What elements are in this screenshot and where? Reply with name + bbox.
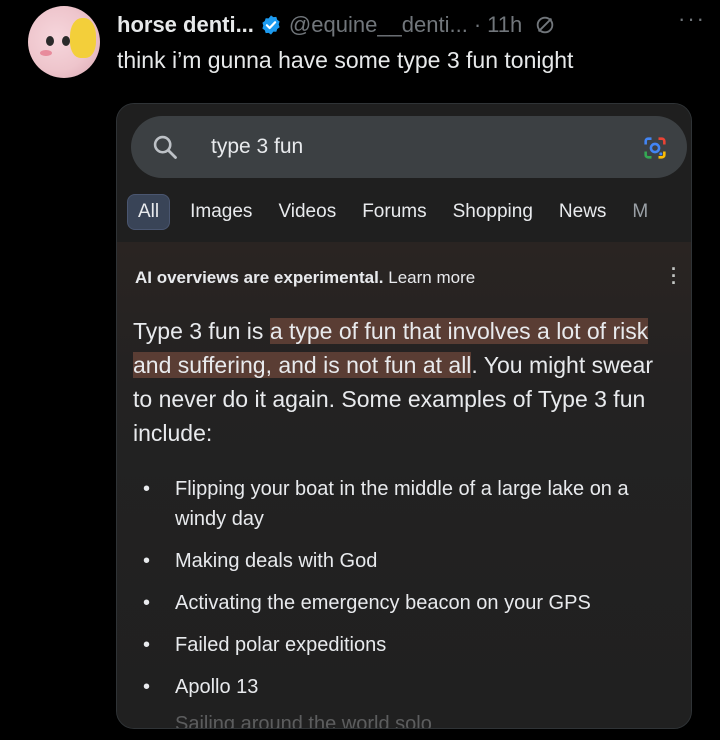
tab-more[interactable]: M [626, 201, 654, 223]
handle[interactable]: @equine__denti... [289, 12, 468, 38]
tab-news[interactable]: News [553, 201, 613, 223]
ai-overview-notice: AI overviews are experimental. Learn mor… [135, 268, 475, 288]
search-query[interactable]: type 3 fun [211, 135, 303, 159]
summary-intro: Type 3 fun is [133, 318, 270, 344]
list-item: Activating the emergency beacon on your … [135, 588, 675, 618]
ai-notice-text: AI overviews are experimental. [135, 268, 384, 287]
separator-dot: · [473, 12, 482, 37]
list-item: Flipping your boat in the middle of a la… [135, 474, 675, 534]
list-item: Apollo 13 [135, 672, 675, 702]
tweet-text: think i’m gunna have some type 3 fun ton… [117, 47, 574, 73]
more-options-button[interactable]: ··· [678, 6, 706, 32]
avatar[interactable] [28, 6, 100, 78]
search-tabs: All Images Videos Forums Shopping News M [127, 194, 668, 230]
attached-screenshot[interactable]: type 3 fun All Images Videos Forums Shop… [116, 103, 692, 729]
tab-videos[interactable]: Videos [272, 201, 342, 223]
ai-summary: Type 3 fun is a type of fun that involve… [133, 314, 678, 450]
display-name[interactable]: horse denti... [117, 12, 254, 38]
google-lens-icon[interactable] [641, 134, 669, 162]
ai-overview-panel: AI overviews are experimental. Learn mor… [117, 242, 691, 728]
avatar-cheek [40, 50, 52, 56]
avatar-yellow-figure [70, 18, 96, 58]
list-item: Failed polar expeditions [135, 630, 675, 660]
tab-forums[interactable]: Forums [356, 201, 432, 223]
tab-images[interactable]: Images [184, 201, 258, 223]
search-bar[interactable]: type 3 fun [131, 116, 687, 178]
examples-list: Flipping your boat in the middle of a la… [135, 474, 675, 714]
learn-more-link[interactable]: Learn more [388, 268, 475, 287]
tab-shopping[interactable]: Shopping [447, 201, 539, 223]
cutoff-list-item: Sailing around the world solo [175, 713, 432, 729]
search-icon [153, 135, 177, 159]
kebab-menu-icon[interactable]: · · · [671, 260, 677, 292]
timestamp[interactable]: 11h [487, 12, 522, 38]
avatar-eye-left [46, 36, 54, 46]
list-item: Making deals with God [135, 546, 675, 576]
search-header: type 3 fun All Images Videos Forums Shop… [117, 104, 691, 234]
no-sign-icon [537, 16, 554, 34]
verified-badge-icon [262, 15, 280, 35]
tab-all[interactable]: All [127, 194, 171, 230]
tweet-header: horse denti... @equine__denti... · 11h [117, 12, 556, 38]
avatar-eye-right [62, 36, 70, 46]
